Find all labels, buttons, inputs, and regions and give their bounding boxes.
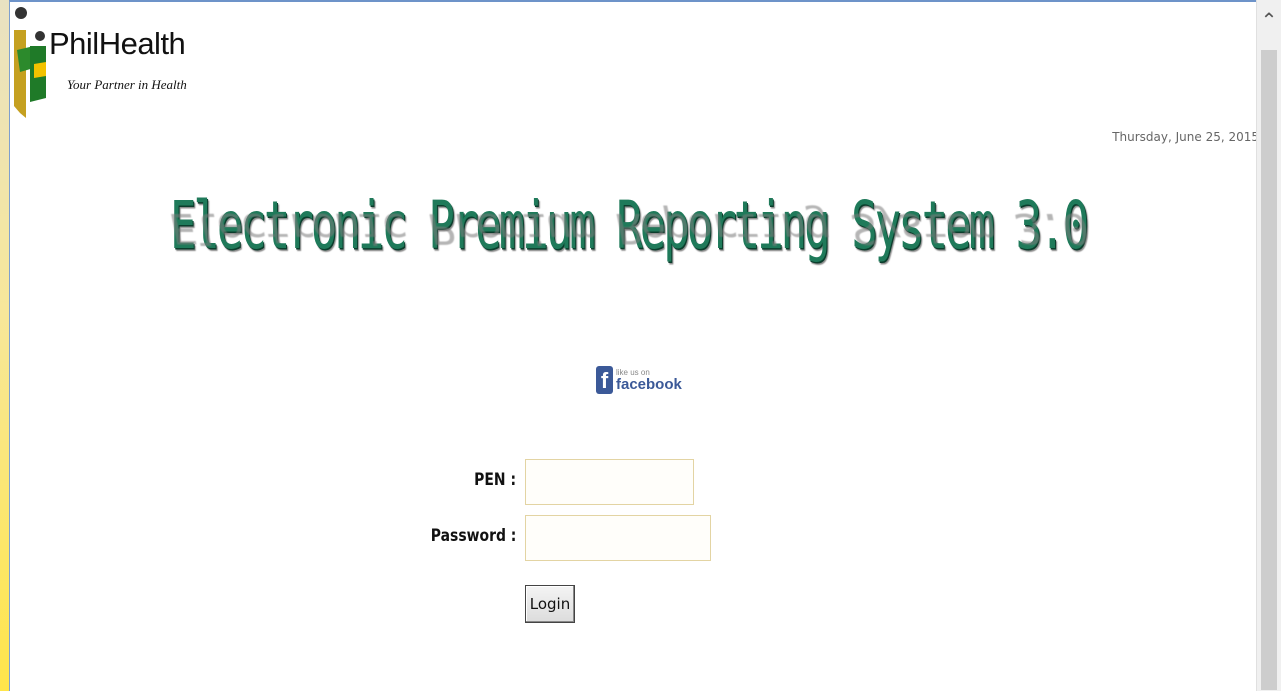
pen-label: PEN : [474,470,516,490]
password-input[interactable] [525,515,711,561]
current-date: Thursday, June 25, 2015 [1112,130,1259,144]
philhealth-emblem-icon [14,7,46,118]
philhealth-logo[interactable]: PhilHealth Your Partner in Health [12,6,202,120]
password-label: Password : [430,526,516,546]
logo-name: PhilHealth [49,26,186,61]
page-title-reflection: Electronic Premium Reporting System 3.0 [169,203,1087,252]
facebook-icon: f [596,366,613,394]
scroll-up-arrow-icon[interactable]: ⌃ [1257,10,1281,50]
pen-input[interactable] [525,459,694,505]
login-button[interactable]: Login [525,585,575,623]
facebook-text: facebook [616,375,682,393]
facebook-like-link[interactable]: f like us on facebook [596,366,682,394]
scrollbar-thumb[interactable] [1261,50,1277,690]
window-edge-strip [0,0,9,691]
logo-tagline: Your Partner in Health [67,77,187,92]
vertical-scrollbar[interactable]: ⌃ [1256,0,1281,691]
